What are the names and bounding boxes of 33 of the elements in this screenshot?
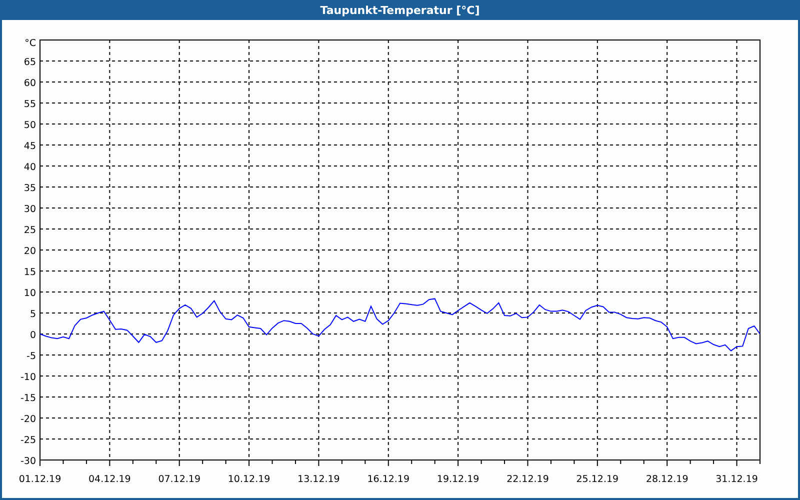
- x-tick-label: 22.12.19: [506, 474, 549, 485]
- y-tick-label: 20: [24, 246, 36, 257]
- window-title: Taupunkt-Temperatur [°C]: [320, 4, 480, 16]
- y-tick-label: 15: [24, 267, 36, 278]
- x-tick-label: 16.12.19: [367, 474, 410, 485]
- y-tick-label: 25: [24, 225, 36, 236]
- y-tick-label: -25: [20, 435, 36, 446]
- y-tick-label: 50: [24, 120, 36, 131]
- y-tick-label: -10: [20, 372, 36, 383]
- x-tick-label: 25.12.19: [576, 474, 619, 485]
- y-tick-label: 65: [24, 57, 36, 68]
- x-tick-label: 10.12.19: [228, 474, 270, 485]
- y-tick-label: 45: [24, 141, 36, 152]
- x-tick-label: 19.12.19: [436, 474, 480, 485]
- y-tick-label: -20: [20, 414, 36, 425]
- y-tick-label: -30: [20, 456, 36, 467]
- y-tick-label: 5: [30, 309, 36, 320]
- x-tick-label: 01.12.19: [18, 474, 62, 485]
- y-tick-label: -15: [20, 393, 36, 404]
- y-tick-label: 60: [24, 78, 36, 89]
- x-tick-label: 13.12.19: [298, 474, 340, 485]
- y-tick-label: 30: [24, 204, 36, 215]
- x-tick-label: 07.12.19: [158, 474, 200, 485]
- y-tick-label: 10: [24, 288, 36, 299]
- y-tick-label: -5: [26, 351, 36, 362]
- y-tick-label: 40: [24, 162, 36, 173]
- x-tick-label: 04.12.19: [88, 474, 131, 485]
- y-axis-unit: °C: [24, 38, 36, 49]
- x-tick-label: 28.12.19: [646, 474, 688, 485]
- y-tick-label: 55: [24, 99, 36, 110]
- y-tick-label: 35: [24, 183, 36, 194]
- y-tick-label: 0: [30, 330, 36, 341]
- x-tick-label: 31.12.19: [716, 474, 758, 485]
